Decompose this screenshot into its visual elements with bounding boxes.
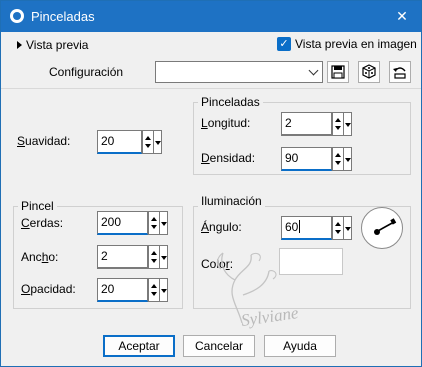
- color-swatch[interactable]: [279, 248, 343, 275]
- save-preset-button[interactable]: [327, 61, 349, 83]
- preview-toggle-label: Vista previa: [26, 38, 89, 52]
- angulo-label: Ángulo:: [201, 220, 242, 234]
- floppy-icon: [331, 65, 345, 79]
- preview-in-image-label: Vista previa en imagen: [295, 37, 417, 51]
- dice-icon: [362, 64, 376, 79]
- densidad-drop[interactable]: [343, 147, 352, 171]
- pinceladas-dialog: Pinceladas ✕ Vista previa ✓ Vista previa…: [0, 0, 422, 367]
- densidad-input[interactable]: 90: [281, 147, 332, 171]
- longitud-label: Longitud:: [201, 116, 251, 130]
- preview-in-image-checkbox[interactable]: ✓ Vista previa en imagen: [277, 36, 417, 54]
- random-button[interactable]: [358, 61, 380, 83]
- window-title: Pinceladas: [31, 9, 95, 24]
- suavidad-drop[interactable]: [153, 130, 162, 154]
- opacidad-spinner[interactable]: 20: [97, 278, 168, 302]
- close-button[interactable]: ✕: [389, 5, 415, 27]
- settings-area: Suavidad: 20 Pinceladas Longitud: 2 Dens…: [1, 88, 421, 366]
- help-button[interactable]: Ayuda: [264, 335, 336, 357]
- angulo-input[interactable]: 60: [281, 216, 332, 240]
- suavidad-spinner[interactable]: 20: [97, 130, 162, 154]
- densidad-label: Densidad:: [201, 151, 256, 165]
- accept-button[interactable]: Aceptar: [103, 335, 175, 357]
- title-bar: Pinceladas ✕: [1, 1, 421, 32]
- reset-button[interactable]: [389, 61, 411, 83]
- config-dropdown[interactable]: [155, 61, 323, 83]
- angle-dial[interactable]: [361, 207, 403, 249]
- pinceladas-group-title: Pinceladas: [198, 95, 263, 109]
- checkmark-icon: ✓: [277, 37, 291, 51]
- config-label: Configuración: [49, 65, 124, 79]
- cerdas-label: Cerdas:: [21, 216, 64, 230]
- reset-icon: [393, 67, 406, 79]
- opacidad-input[interactable]: 20: [97, 278, 148, 302]
- dial-needle-icon: [374, 218, 397, 235]
- densidad-spinner[interactable]: 90: [281, 147, 352, 171]
- longitud-drop[interactable]: [343, 112, 352, 136]
- top-bar: Vista previa ✓ Vista previa en imagen Co…: [1, 32, 421, 88]
- text-cursor: [299, 220, 301, 233]
- preview-toggle[interactable]: Vista previa: [15, 38, 115, 54]
- angulo-spinner[interactable]: 60: [281, 216, 352, 240]
- chevron-down-icon: [308, 65, 319, 76]
- ancho-drop[interactable]: [159, 245, 168, 269]
- app-icon: [10, 9, 24, 23]
- cerdas-drop[interactable]: [159, 211, 168, 235]
- iluminacion-group-title: Iluminación: [198, 194, 265, 208]
- cancel-button[interactable]: Cancelar: [183, 335, 255, 357]
- longitud-input[interactable]: 2: [281, 112, 332, 136]
- angulo-drop[interactable]: [343, 216, 352, 240]
- ancho-input[interactable]: 2: [97, 245, 148, 269]
- ancho-label: Ancho:: [21, 250, 59, 264]
- opacidad-drop[interactable]: [159, 278, 168, 302]
- opacidad-label: Opacidad:: [21, 282, 76, 296]
- caret-right-icon: [17, 41, 22, 49]
- cerdas-spinner[interactable]: 200: [97, 211, 168, 235]
- suavidad-input[interactable]: 20: [97, 130, 142, 154]
- longitud-spinner[interactable]: 2: [281, 112, 352, 136]
- suavidad-label: Suavidad:: [17, 134, 71, 148]
- cerdas-input[interactable]: 200: [97, 211, 148, 235]
- pincel-group-title: Pincel: [18, 199, 57, 213]
- ancho-spinner[interactable]: 2: [97, 245, 168, 269]
